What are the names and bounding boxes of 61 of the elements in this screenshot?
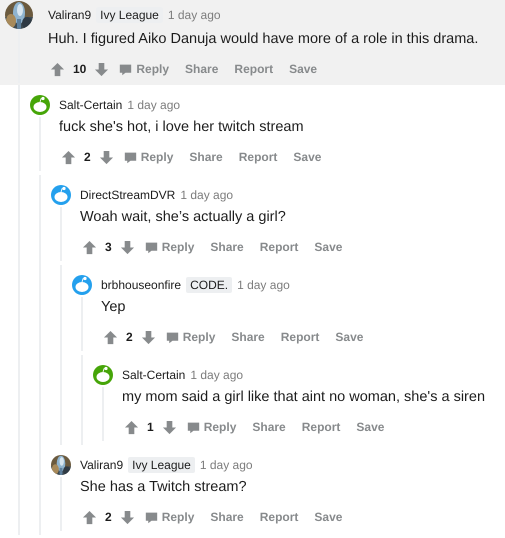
timestamp-link[interactable]: 1 day ago (168, 8, 221, 22)
action-button[interactable]: Share (177, 58, 226, 80)
vote-count: 2 (105, 510, 112, 524)
action-button[interactable]: Report (252, 236, 306, 258)
timestamp-link[interactable]: 1 day ago (180, 188, 234, 202)
action-button[interactable]: Share (202, 506, 252, 528)
action-button[interactable]: Share (181, 146, 231, 168)
user-flair: Ivy League (96, 7, 163, 23)
action-button[interactable]: Report (230, 146, 286, 168)
action-button[interactable]: Save (285, 146, 330, 168)
comment-text: Huh. I figured Aiko Danuja would have more of a role in this drama. (48, 30, 480, 49)
avatar-icon (93, 365, 113, 385)
action-button[interactable]: Share (223, 326, 273, 348)
speech-bubble-icon (144, 510, 158, 524)
user-flair: Ivy League (128, 457, 195, 473)
comment-text: my mom said a girl like that aint no woman, she's a siren (122, 388, 486, 407)
action-button[interactable]: Save (348, 416, 392, 438)
reply-button[interactable]: Reply (184, 416, 244, 438)
action-button[interactable]: Report (226, 58, 282, 80)
vote-count: 2 (84, 150, 91, 164)
timestamp-link[interactable]: 1 day ago (190, 368, 244, 382)
speech-bubble-icon (186, 420, 200, 434)
action-button[interactable]: Save (306, 506, 350, 528)
reply-button[interactable]: Reply (142, 236, 202, 258)
comment-text: Woah wait, she’s actually a girl? (80, 208, 287, 227)
timestamp-link[interactable]: 1 day ago (200, 458, 253, 472)
action-button[interactable]: Report (272, 326, 328, 348)
avatar-icon (51, 185, 71, 205)
action-button[interactable]: Share (244, 416, 294, 438)
avatar-icon (72, 275, 92, 295)
action-button[interactable]: Share (202, 236, 252, 258)
username-link[interactable]: brbhouseonfire (101, 278, 182, 292)
speech-bubble-icon (166, 330, 179, 344)
username-link[interactable]: Salt-Certain (122, 368, 186, 382)
vote-count: 2 (126, 330, 133, 344)
timestamp-link[interactable]: 1 day ago (237, 278, 290, 292)
reply-button[interactable]: Reply (117, 58, 178, 80)
avatar-icon (30, 95, 50, 115)
timestamp-link[interactable]: 1 day ago (127, 98, 180, 112)
action-button[interactable]: Save (306, 236, 350, 258)
action-button[interactable]: Save (281, 58, 326, 80)
username-link[interactable]: Valiran9 (80, 458, 124, 472)
vote-count: 10 (73, 62, 86, 76)
username-link[interactable]: DirectStreamDVR (80, 188, 176, 202)
reply-button[interactable]: Reply (122, 146, 182, 168)
user-flair: CODE. (186, 277, 232, 293)
vote-count: 1 (147, 420, 154, 434)
speech-bubble-icon (144, 240, 158, 254)
comment-text: Yep (101, 298, 126, 317)
speech-bubble-icon (124, 150, 137, 164)
action-button[interactable]: Report (294, 416, 348, 438)
action-button[interactable]: Report (252, 506, 306, 528)
action-button[interactable]: Save (327, 326, 372, 348)
vote-count: 3 (105, 240, 112, 254)
speech-bubble-icon (119, 62, 132, 76)
reply-button[interactable]: Reply (142, 506, 202, 528)
comment-text: She has a Twitch stream? (80, 478, 248, 497)
username-link[interactable]: Salt-Certain (59, 98, 122, 112)
comment-text: fuck she's hot, i love her twitch stream (59, 118, 305, 137)
username-link[interactable]: Valiran9 (48, 8, 92, 22)
reply-button[interactable]: Reply (164, 326, 224, 348)
